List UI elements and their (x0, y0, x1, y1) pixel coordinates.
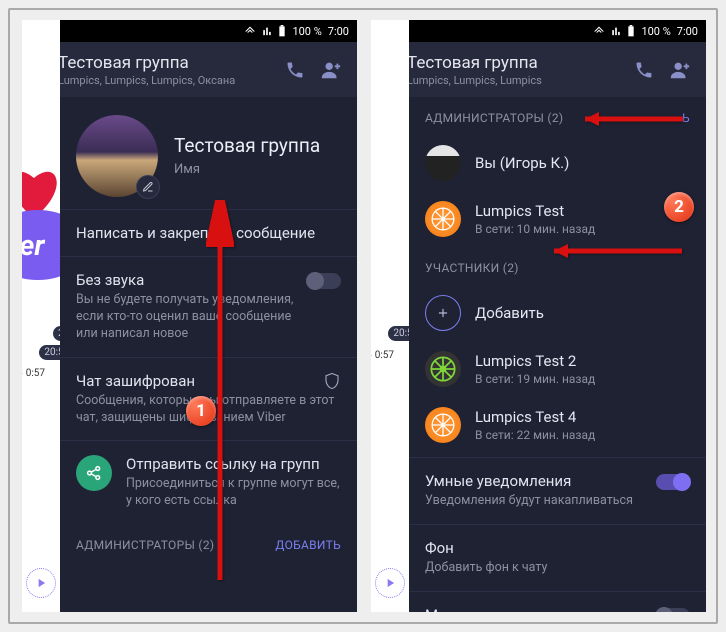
avatar-you (425, 145, 461, 181)
add-member-button[interactable] (662, 59, 698, 81)
admin-you[interactable]: Вы (Игорь К.) (409, 135, 706, 191)
avatar-orange-icon (425, 407, 461, 443)
chat-background-strip: 20:56 ✓✓ ▶ 0:57 (371, 20, 409, 612)
svg-text:er: er (22, 229, 45, 262)
admin-member[interactable]: Lumpics TestВ сети: 10 мин. назад (409, 191, 706, 247)
compose-play-icon (26, 568, 56, 598)
add-member-button[interactable] (313, 59, 349, 81)
smart-toggle[interactable] (656, 474, 690, 490)
smart-notifications-row[interactable]: Умные уведомленияУведомления будут накап… (409, 457, 706, 524)
group-avatar[interactable] (76, 115, 158, 197)
call-button[interactable] (277, 60, 313, 80)
compose-area (22, 554, 60, 612)
chat-subtitle: Lumpics, Lumpics, Lumpics, Оксана (58, 74, 277, 87)
add-link-partial[interactable]: Ь (682, 111, 690, 125)
phone-left: er 20:56 20:56 ✓✓ ▶ 0:57 100 %7:00 Тесто… (22, 20, 357, 612)
app-bar: Тестовая группа Lumpics, Lumpics, Lumpic… (22, 42, 357, 97)
edit-avatar-icon[interactable] (136, 175, 160, 199)
member-row[interactable]: Lumpics Test 2В сети: 19 мин. назад (409, 341, 706, 397)
admins-header: АДМИНИСТРАТОРЫ (2) ДОБАВИТЬ (60, 524, 357, 562)
voice-msg-bubble: ▶ 0:57 (22, 366, 50, 381)
msg-timestamp: 20:56 (53, 326, 60, 341)
msg-timestamp: 20:56 ✓✓ (388, 326, 409, 341)
status-bar: 100 %7:00 (22, 20, 357, 42)
share-icon (76, 455, 112, 491)
phone-right: 20:56 ✓✓ ▶ 0:57 100 %7:00 Тестовая групп… (371, 20, 706, 612)
call-button[interactable] (626, 60, 662, 80)
chat-title: Тестовая группа (407, 53, 626, 73)
member-row[interactable]: Lumpics Test 4В сети: 22 мин. назад (409, 397, 706, 453)
admins-header: АДМИНИСТРАТОРЫ (2) Ь (409, 97, 706, 135)
share-link-row[interactable]: Отправить ссылку на групп Присоединиться… (60, 440, 357, 524)
encryption-row[interactable]: Чат зашифрован Сообщения, которые вы отп… (60, 357, 357, 441)
members-header: УЧАСТНИКИ (2) (409, 247, 706, 285)
pin-message-row[interactable]: Написать и закрепить сообщение (60, 209, 357, 256)
mute-toggle[interactable] (307, 273, 341, 289)
group-name: Тестовая группа (174, 135, 320, 158)
avatar-orange-icon (425, 201, 461, 237)
group-name-label: Имя (174, 162, 320, 177)
status-bar: 100 %7:00 (371, 20, 706, 42)
compose-play-icon (375, 568, 405, 598)
chat-title: Тестовая группа (58, 53, 277, 73)
voice-msg-bubble: ▶ 0:57 (371, 348, 399, 363)
group-hero: Тестовая группа Имя (60, 97, 357, 209)
location-toggle[interactable] (656, 608, 690, 612)
avatar-green-icon (425, 351, 461, 387)
compose-area (371, 554, 409, 612)
plus-icon (425, 295, 461, 331)
location-row[interactable]: МестоположениеОтправлять сообщения с гео… (409, 591, 706, 612)
add-member-row[interactable]: Добавить (409, 285, 706, 341)
mute-row[interactable]: Без звука Вы не будете получать уведомле… (60, 256, 357, 357)
chat-subtitle: Lumpics, Lumpics, Lumpics (407, 74, 626, 87)
chat-background-strip: er 20:56 20:56 ✓✓ ▶ 0:57 (22, 20, 60, 612)
msg-timestamp: 20:56 ✓✓ (39, 345, 60, 360)
app-bar: Тестовая группа Lumpics, Lumpics, Lumpic… (371, 42, 706, 97)
add-admin-link[interactable]: ДОБАВИТЬ (275, 538, 341, 552)
background-row[interactable]: ФонДобавить фон к чату (409, 524, 706, 591)
shield-icon (323, 372, 341, 394)
